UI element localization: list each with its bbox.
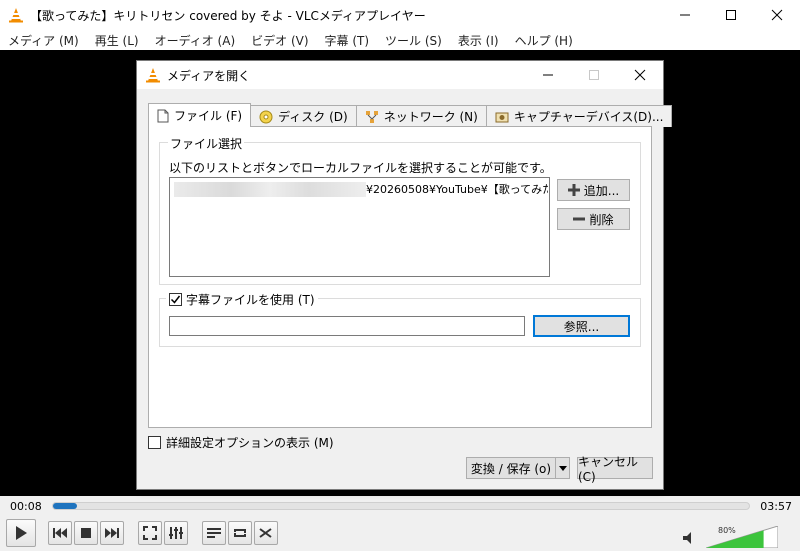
- file-tab-panel: ファイル選択 以下のリストとボタンでローカルファイルを選択することが可能です。 …: [148, 126, 652, 428]
- shuffle-button[interactable]: [254, 521, 278, 545]
- cancel-button[interactable]: キャンセル (C): [577, 455, 653, 484]
- menu-bar: メディア (M) 再生 (L) オーディオ (A) ビデオ (V) 字幕 (T)…: [0, 30, 800, 50]
- loop-icon: [234, 529, 246, 537]
- use-subtitle-checkbox[interactable]: 字幕ファイルを使用 (T): [166, 291, 318, 308]
- convert-save-button[interactable]: 変換 / 保存 (o): [466, 457, 570, 479]
- menu-video[interactable]: ビデオ (V): [243, 32, 316, 49]
- dialog-tabs: ファイル (F) ディスク (D) ネットワーク (N) キャプチャーデバイス(…: [148, 103, 673, 127]
- maximize-button[interactable]: [708, 0, 754, 30]
- remove-file-label: 削除: [589, 212, 614, 227]
- dropdown-arrow-button[interactable]: [555, 458, 569, 478]
- playlist-icon: [207, 528, 221, 538]
- advanced-options-label: 詳細設定オプションの表示 (M): [166, 436, 334, 450]
- next-button[interactable]: [100, 521, 124, 545]
- advanced-options-checkbox[interactable]: 詳細設定オプションの表示 (M): [148, 434, 334, 451]
- dialog-title: メディアを開く: [167, 68, 251, 83]
- menu-help[interactable]: ヘルプ (H): [507, 32, 581, 49]
- open-media-dialog: メディアを開く ファイル (F) ディスク (D) ネットワーク (N) キャプ…: [136, 60, 673, 490]
- file-selection-description: 以下のリストとボタンでローカルファイルを選択することが可能です。: [169, 161, 552, 175]
- maximize-icon: [589, 70, 599, 80]
- tab-disc[interactable]: ディスク (D): [250, 105, 357, 127]
- tab-disc-label: ディスク (D): [278, 110, 348, 124]
- chevron-down-icon: [558, 465, 567, 471]
- tab-capture-device[interactable]: キャプチャーデバイス(D)...: [485, 105, 673, 127]
- file-list-item[interactable]: ¥20260508¥YouTube¥【歌ってみた】キリトリセン covered …: [366, 181, 548, 197]
- window-title: 【歌ってみた】キリトリセン covered by そよ - VLCメディアプレイ…: [30, 8, 426, 23]
- equalizer-icon: [169, 527, 183, 539]
- file-icon: [157, 109, 169, 122]
- tab-capture-device-label: キャプチャーデバイス(D)...: [513, 110, 664, 124]
- menu-tools[interactable]: ツール (S): [377, 32, 450, 49]
- vlc-cone-icon: [146, 68, 160, 83]
- menu-view[interactable]: 表示 (I): [450, 32, 507, 49]
- stop-button[interactable]: [74, 521, 98, 545]
- seek-slider[interactable]: [52, 502, 750, 510]
- minus-icon: [573, 217, 586, 221]
- close-button[interactable]: [754, 0, 800, 30]
- close-icon: [771, 9, 783, 21]
- play-icon: [16, 526, 27, 540]
- disc-icon: [259, 110, 273, 123]
- vlc-cone-icon: [9, 8, 23, 23]
- title-bar: 【歌ってみた】キリトリセン covered by そよ - VLCメディアプレイ…: [0, 0, 800, 30]
- shuffle-icon: [259, 528, 272, 538]
- subtitle-file-input[interactable]: [169, 316, 525, 336]
- menu-media[interactable]: メディア (M): [0, 32, 87, 49]
- control-bar: 80%: [0, 516, 800, 551]
- tab-network[interactable]: ネットワーク (N): [355, 105, 487, 127]
- dialog-close-button[interactable]: [617, 61, 663, 89]
- fullscreen-icon: [143, 526, 157, 540]
- add-file-button[interactable]: 追加...: [557, 179, 630, 201]
- elapsed-time: 00:08: [10, 500, 42, 513]
- checkbox-unchecked[interactable]: [148, 436, 161, 449]
- network-icon: [365, 110, 378, 123]
- menu-subtitle[interactable]: 字幕 (T): [317, 32, 378, 49]
- tab-file[interactable]: ファイル (F): [148, 103, 252, 127]
- file-selection-group: ファイル選択 以下のリストとボタンでローカルファイルを選択することが可能です。 …: [159, 135, 641, 285]
- browse-button[interactable]: 参照...: [533, 315, 630, 337]
- total-time: 03:57: [760, 500, 792, 513]
- close-icon: [634, 69, 646, 81]
- file-selection-label: ファイル選択: [168, 135, 245, 152]
- minimize-icon: [543, 74, 553, 76]
- file-list[interactable]: ¥20260508¥YouTube¥【歌ってみた】キリトリセン covered …: [169, 177, 550, 277]
- speaker-icon[interactable]: [683, 532, 697, 544]
- previous-icon: [53, 528, 67, 538]
- checkbox-checked[interactable]: [169, 293, 182, 306]
- dialog-maximize-button: [571, 61, 617, 89]
- play-button[interactable]: [6, 519, 36, 547]
- menu-playback[interactable]: 再生 (L): [87, 32, 147, 49]
- remove-file-button[interactable]: 削除: [557, 208, 630, 230]
- convert-save-label: 変換 / 保存 (o): [470, 461, 552, 476]
- loop-button[interactable]: [228, 521, 252, 545]
- volume-slider[interactable]: [706, 526, 778, 548]
- plus-icon: [567, 184, 580, 196]
- maximize-icon: [726, 10, 736, 20]
- subtitle-group: 字幕ファイルを使用 (T) 参照...: [159, 291, 641, 347]
- dialog-title-bar: メディアを開く: [137, 61, 663, 89]
- seek-progress: [53, 503, 77, 509]
- seek-bar-row: 00:08 03:57: [0, 496, 800, 516]
- capture-device-icon: [495, 112, 509, 122]
- stop-icon: [81, 528, 91, 538]
- next-icon: [105, 528, 119, 538]
- add-file-label: 追加...: [583, 183, 620, 198]
- dialog-minimize-button[interactable]: [525, 61, 571, 89]
- check-icon: [170, 295, 181, 304]
- extended-settings-button[interactable]: [164, 521, 188, 545]
- tab-network-label: ネットワーク (N): [383, 110, 478, 124]
- tab-file-label: ファイル (F): [174, 109, 243, 123]
- playlist-button[interactable]: [202, 521, 226, 545]
- redacted-path: [174, 182, 366, 197]
- menu-audio[interactable]: オーディオ (A): [147, 32, 244, 49]
- fullscreen-button[interactable]: [138, 521, 162, 545]
- minimize-icon: [680, 14, 690, 16]
- previous-button[interactable]: [48, 521, 72, 545]
- use-subtitle-label: 字幕ファイルを使用 (T): [186, 293, 315, 307]
- minimize-button[interactable]: [662, 0, 708, 30]
